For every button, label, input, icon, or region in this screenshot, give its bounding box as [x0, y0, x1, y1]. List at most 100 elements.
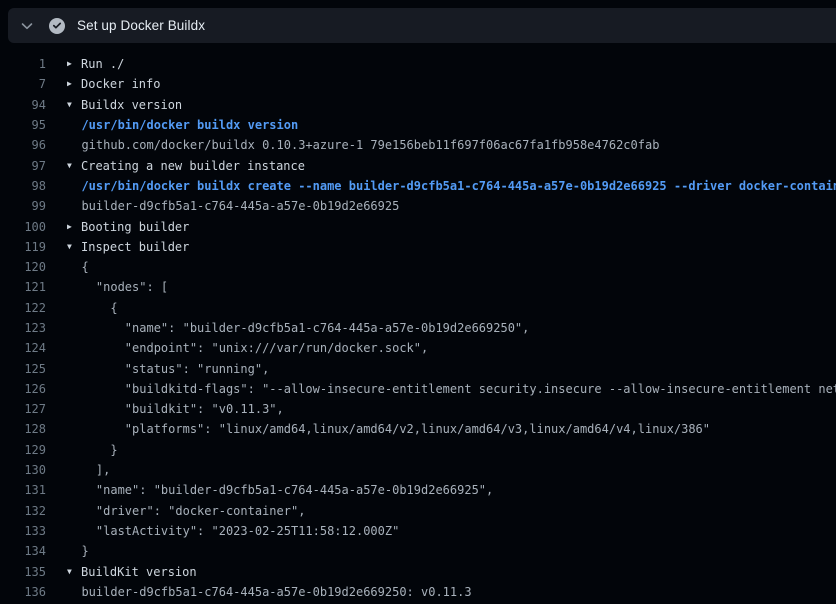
- line-number-link[interactable]: 1: [0, 57, 46, 71]
- check-circle-icon: [49, 18, 65, 34]
- line-number-link[interactable]: 122: [0, 301, 46, 315]
- log-line-row: 124 "endpoint": "unix:///var/run/docker.…: [0, 338, 836, 358]
- log-line-row: 122 {: [0, 298, 836, 318]
- disclosure-triangle-collapsed-icon: ▶: [67, 60, 81, 68]
- log-line-content: }: [67, 443, 118, 457]
- log-text: Inspect builder: [81, 240, 189, 254]
- log-text: builder-d9cfb5a1-c764-445a-a57e-0b19d2e6…: [67, 585, 472, 599]
- line-number-link[interactable]: 100: [0, 220, 46, 234]
- line-number-link[interactable]: 99: [0, 199, 46, 213]
- line-number-link[interactable]: 98: [0, 179, 46, 193]
- line-number-link[interactable]: 132: [0, 504, 46, 518]
- log-line-content: {: [67, 301, 118, 315]
- log-group-row[interactable]: 135 ▼BuildKit version: [0, 561, 836, 581]
- log-line-content: "buildkit": "v0.11.3",: [67, 402, 284, 416]
- log-text: Creating a new builder instance: [81, 159, 305, 173]
- disclosure-triangle-expanded-icon: ▼: [67, 101, 81, 109]
- step-header-toggle[interactable]: Set up Docker Buildx: [8, 8, 836, 43]
- log-group-row[interactable]: 1 ▶Run ./: [0, 54, 836, 74]
- log-group-row[interactable]: 100 ▶Booting builder: [0, 216, 836, 236]
- line-number-link[interactable]: 120: [0, 260, 46, 274]
- line-number-link[interactable]: 127: [0, 402, 46, 416]
- log-text: Buildx version: [81, 98, 182, 112]
- log-text: }: [67, 443, 118, 457]
- log-line-content: ▼Creating a new builder instance: [67, 159, 305, 173]
- log-text: ],: [67, 463, 110, 477]
- log-line-content: "name": "builder-d9cfb5a1-c764-445a-a57e…: [67, 321, 529, 335]
- log-text: BuildKit version: [81, 565, 197, 579]
- log-line-row: 99 builder-d9cfb5a1-c764-445a-a57e-0b19d…: [0, 196, 836, 216]
- line-number-link[interactable]: 126: [0, 382, 46, 396]
- line-number-link[interactable]: 124: [0, 341, 46, 355]
- line-number-link[interactable]: 129: [0, 443, 46, 457]
- step-title: Set up Docker Buildx: [77, 18, 205, 33]
- log-line-content: "lastActivity": "2023-02-25T11:58:12.000…: [67, 524, 399, 538]
- log-line-content: "nodes": [: [67, 280, 168, 294]
- line-number-link[interactable]: 134: [0, 544, 46, 558]
- log-line-row: 136 builder-d9cfb5a1-c764-445a-a57e-0b19…: [0, 582, 836, 602]
- log-group-row[interactable]: 94 ▼Buildx version: [0, 95, 836, 115]
- line-number-link[interactable]: 119: [0, 240, 46, 254]
- log-line-row: 98 /usr/bin/docker buildx create --name …: [0, 176, 836, 196]
- line-number-link[interactable]: 97: [0, 159, 46, 173]
- log-text: "platforms": "linux/amd64,linux/amd64/v2…: [67, 422, 710, 436]
- line-number-link[interactable]: 125: [0, 362, 46, 376]
- line-number-link[interactable]: 96: [0, 138, 46, 152]
- log-line-content: /usr/bin/docker buildx create --name bui…: [67, 179, 836, 193]
- log-group-row[interactable]: 97 ▼Creating a new builder instance: [0, 155, 836, 175]
- log-text: builder-d9cfb5a1-c764-445a-a57e-0b19d2e6…: [67, 199, 399, 213]
- log-line-row: 127 "buildkit": "v0.11.3",: [0, 399, 836, 419]
- log-line-row: 95 /usr/bin/docker buildx version: [0, 115, 836, 135]
- log-text: Run ./: [81, 57, 124, 71]
- chevron-down-icon: [19, 18, 35, 34]
- line-number-link[interactable]: 135: [0, 565, 46, 579]
- log-line-row: 132 "driver": "docker-container",: [0, 501, 836, 521]
- log-line-content: ▶Docker info: [67, 77, 160, 91]
- line-number-link[interactable]: 121: [0, 280, 46, 294]
- log-line-row: 120 {: [0, 257, 836, 277]
- line-number-link[interactable]: 133: [0, 524, 46, 538]
- log-line-content: ▼Inspect builder: [67, 240, 189, 254]
- disclosure-triangle-expanded-icon: ▼: [67, 162, 81, 170]
- log-line-content: ▼BuildKit version: [67, 565, 197, 579]
- line-number-link[interactable]: 123: [0, 321, 46, 335]
- log-line-row: 134 }: [0, 541, 836, 561]
- log-line-content: builder-d9cfb5a1-c764-445a-a57e-0b19d2e6…: [67, 199, 399, 213]
- disclosure-triangle-expanded-icon: ▼: [67, 568, 81, 576]
- log-line-content: ],: [67, 463, 110, 477]
- log-text: Booting builder: [81, 220, 189, 234]
- log-lines: 1▶Run ./7▶Docker info94▼Buildx version95…: [0, 54, 836, 602]
- log-line-row: 128 "platforms": "linux/amd64,linux/amd6…: [0, 419, 836, 439]
- disclosure-triangle-expanded-icon: ▼: [67, 243, 81, 251]
- log-group-row[interactable]: 7 ▶Docker info: [0, 74, 836, 94]
- line-number-link[interactable]: 130: [0, 463, 46, 477]
- log-text: "lastActivity": "2023-02-25T11:58:12.000…: [67, 524, 399, 538]
- line-number-link[interactable]: 7: [0, 77, 46, 91]
- log-line-content: "name": "builder-d9cfb5a1-c764-445a-a57e…: [67, 483, 493, 497]
- log-group-row[interactable]: 119 ▼Inspect builder: [0, 237, 836, 257]
- line-number-link[interactable]: 95: [0, 118, 46, 132]
- disclosure-triangle-collapsed-icon: ▶: [67, 223, 81, 231]
- log-text: "nodes": [: [67, 280, 168, 294]
- line-number-link[interactable]: 94: [0, 98, 46, 112]
- line-number-link[interactable]: 136: [0, 585, 46, 599]
- line-number-link[interactable]: 128: [0, 422, 46, 436]
- log-line-row: 123 "name": "builder-d9cfb5a1-c764-445a-…: [0, 318, 836, 338]
- log-text: "buildkit": "v0.11.3",: [67, 402, 284, 416]
- log-line-row: 130 ],: [0, 460, 836, 480]
- log-text: "buildkitd-flags": "--allow-insecure-ent…: [67, 382, 836, 396]
- log-line-content: ▼Buildx version: [67, 98, 182, 112]
- log-text: "endpoint": "unix:///var/run/docker.sock…: [67, 341, 428, 355]
- log-text: github.com/docker/buildx 0.10.3+azure-1 …: [67, 138, 659, 152]
- line-number-link[interactable]: 131: [0, 483, 46, 497]
- log-line-content: "platforms": "linux/amd64,linux/amd64/v2…: [67, 422, 710, 436]
- log-line-content: "driver": "docker-container",: [67, 504, 305, 518]
- log-line-row: 125 "status": "running",: [0, 358, 836, 378]
- log-text: {: [67, 260, 89, 274]
- log-text: "name": "builder-d9cfb5a1-c764-445a-a57e…: [67, 483, 493, 497]
- log-text: }: [67, 544, 89, 558]
- log-text: Docker info: [81, 77, 160, 91]
- log-line-content: {: [67, 260, 89, 274]
- log-text: "name": "builder-d9cfb5a1-c764-445a-a57e…: [67, 321, 529, 335]
- log-line-content: "status": "running",: [67, 362, 269, 376]
